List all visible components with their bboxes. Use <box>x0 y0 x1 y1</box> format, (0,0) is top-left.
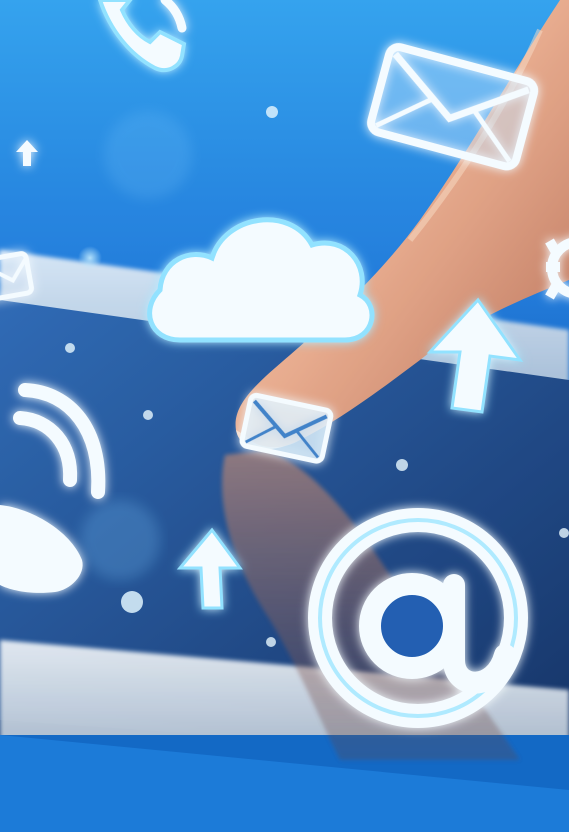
photo-scene <box>0 0 569 832</box>
scene-illustration <box>0 0 569 832</box>
